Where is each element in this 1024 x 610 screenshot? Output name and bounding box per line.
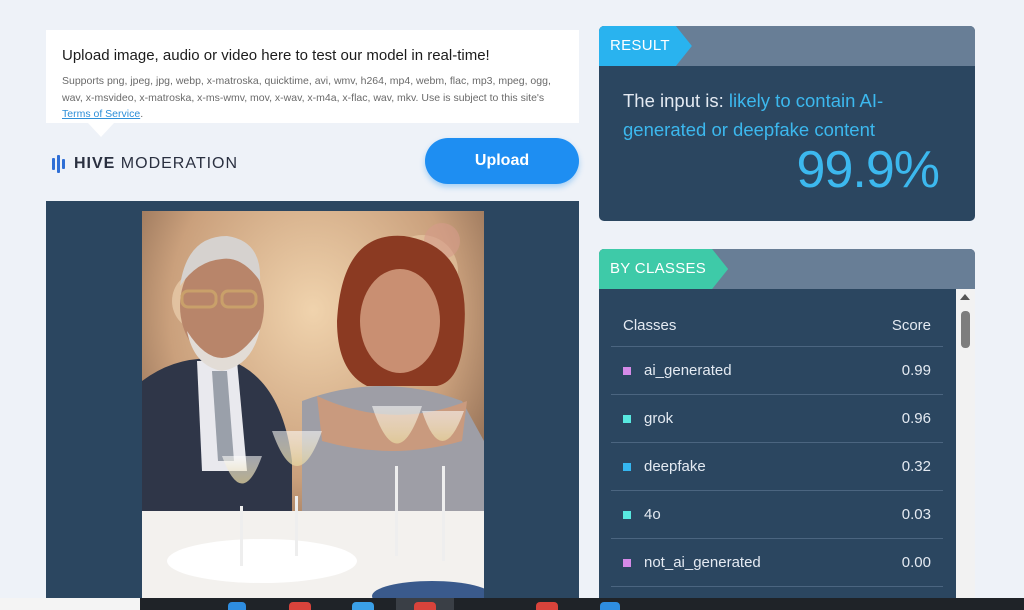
scroll-up-arrow-icon[interactable]: [960, 294, 970, 300]
by-classes-tag: BY CLASSES: [599, 249, 728, 289]
class-color-swatch: [623, 414, 631, 423]
taskbar-app-icon[interactable]: [352, 602, 374, 610]
scrollbar-thumb[interactable]: [961, 311, 970, 348]
taskbar-app-icon[interactable]: [289, 602, 311, 610]
result-header: RESULT: [599, 26, 975, 66]
table-row: 4o 0.03: [611, 491, 943, 539]
taskbar-app-icon[interactable]: [0, 598, 140, 610]
result-prefix: The input is:: [623, 90, 724, 111]
upload-button[interactable]: Upload: [425, 138, 579, 184]
classes-column-header: Classes: [623, 317, 677, 334]
class-name: deepfake: [644, 458, 706, 475]
upload-info-card: Upload image, audio or video here to tes…: [46, 30, 579, 137]
taskbar-app-icon[interactable]: [536, 602, 558, 610]
hive-moderation-logo: HIVE MODERATION: [52, 155, 238, 173]
class-color-swatch: [623, 462, 631, 471]
taskbar-app-icon[interactable]: [414, 602, 436, 610]
logo-text-bold: HIVE: [74, 155, 116, 172]
class-name: grok: [644, 410, 674, 427]
class-name: ai_generated: [644, 362, 732, 379]
by-classes-card: BY CLASSES Classes Score ai_generated 0.…: [599, 249, 975, 610]
class-score: 0.99: [901, 362, 931, 379]
terms-of-service-link[interactable]: Terms of Service: [62, 108, 140, 120]
table-row: ai_generated 0.99: [611, 347, 943, 395]
taskbar: [0, 598, 1024, 610]
result-tag: RESULT: [599, 26, 692, 66]
class-score: 0.32: [901, 458, 931, 475]
image-preview-panel: [46, 201, 579, 610]
upload-title: Upload image, audio or video here to tes…: [62, 47, 490, 64]
classes-scrollbar[interactable]: [956, 289, 975, 610]
class-color-swatch: [623, 366, 631, 375]
taskbar-app-icon[interactable]: [228, 602, 246, 610]
classes-table-header: Classes Score: [611, 305, 943, 347]
logo-text: HIVE MODERATION: [74, 155, 238, 173]
class-name: 4o: [644, 506, 661, 523]
class-score: 0.96: [901, 410, 931, 427]
hive-logo-icon: [52, 155, 65, 173]
result-card: RESULT The input is: likely to contain A…: [599, 26, 975, 221]
class-score: 0.03: [901, 506, 931, 523]
class-name: not_ai_generated: [644, 554, 761, 571]
score-column-header: Score: [891, 317, 931, 334]
table-row: grok 0.96: [611, 395, 943, 443]
uploaded-image: [142, 211, 484, 610]
table-row: deepfake 0.32: [611, 443, 943, 491]
class-color-swatch: [623, 510, 631, 519]
tos-suffix: .: [140, 108, 144, 120]
supported-formats-text: Supports png, jpeg, jpg, webp, x-matrosk…: [62, 73, 563, 123]
table-row: not_ai_generated 0.00: [611, 539, 943, 587]
supported-formats: Supports png, jpeg, jpg, webp, x-matrosk…: [62, 75, 551, 104]
class-color-swatch: [623, 558, 631, 567]
result-percentage: 99.9%: [796, 141, 940, 199]
taskbar-app-icon[interactable]: [600, 602, 620, 610]
result-text: The input is: likely to contain AI-gener…: [623, 86, 943, 144]
class-score: 0.00: [901, 554, 931, 571]
by-classes-header: BY CLASSES: [599, 249, 975, 289]
classes-table: Classes Score ai_generated 0.99 grok 0.9…: [611, 305, 943, 587]
logo-text-rest: MODERATION: [120, 155, 239, 172]
